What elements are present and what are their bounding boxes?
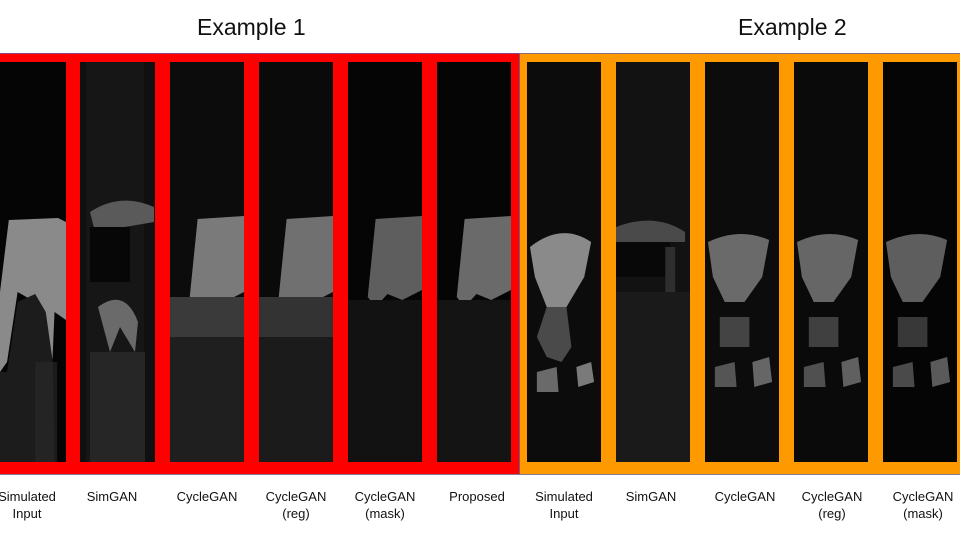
caption-ex2-cyclegan-mask: CycleGAN (mask) bbox=[868, 488, 960, 522]
ex1-simulated-input-image bbox=[0, 62, 66, 462]
ex1-cyclegan-mask-image bbox=[348, 62, 422, 462]
ex1-proposed-image bbox=[437, 62, 511, 462]
example-1-title: Example 1 bbox=[197, 14, 306, 40]
caption-line1: SimGAN bbox=[86, 489, 138, 504]
caption-line1: CycleGAN bbox=[892, 489, 954, 504]
caption-ex1-simgan: SimGAN bbox=[57, 488, 167, 505]
caption-line2: (mask) bbox=[903, 506, 943, 521]
ex2-simgan-image bbox=[616, 62, 690, 462]
ex1-cyclegan-image bbox=[170, 62, 244, 462]
caption-line2: Input bbox=[549, 506, 579, 521]
ex2-cyclegan-image bbox=[705, 62, 779, 462]
ex1-simgan-image bbox=[80, 62, 155, 462]
ex2-simulated-input-image bbox=[527, 62, 601, 462]
ex2-cyclegan-mask-image bbox=[883, 62, 957, 462]
ex2-cyclegan-reg-image bbox=[794, 62, 868, 462]
example-2-title: Example 2 bbox=[738, 14, 847, 40]
caption-line2: Input bbox=[12, 506, 42, 521]
caption-line2: (mask) bbox=[365, 506, 405, 521]
ex1-cyclegan-reg-image bbox=[259, 62, 333, 462]
